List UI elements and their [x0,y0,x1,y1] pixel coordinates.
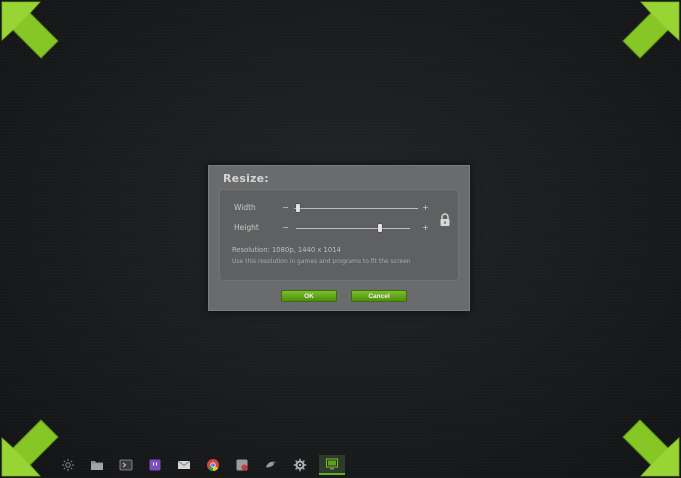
height-decrement-button[interactable]: − [281,223,290,232]
bird-icon[interactable] [261,456,281,474]
resize-arrow-bottom-right-icon[interactable] [619,416,681,478]
chrome-icon[interactable] [203,456,223,474]
dialog-title: Resize: [223,172,269,185]
resize-arrow-top-right-icon[interactable] [619,0,681,62]
resize-arrow-bottom-left-icon[interactable] [0,416,62,478]
settings-cog-icon[interactable] [58,456,78,474]
height-slider-thumb[interactable] [378,224,383,232]
width-increment-button[interactable]: + [421,203,430,212]
taskbar [58,454,623,476]
display-resize-icon[interactable] [319,455,345,475]
width-row: Width − + [220,202,458,216]
resize-panel: Width − + Height − + Resolution: 1080p, … [219,189,459,281]
height-increment-button[interactable]: + [421,223,430,232]
resolution-text: Resolution: 1080p, 1440 x 1014 [232,246,341,254]
height-row: Height − + [220,222,458,236]
height-label: Height [234,223,259,232]
height-slider-track[interactable] [296,228,410,229]
gear-icon[interactable] [290,456,310,474]
media-icon[interactable] [232,456,252,474]
terminal-icon[interactable] [116,456,136,474]
hint-text: Use this resolution in games and program… [232,258,411,265]
twitch-icon[interactable] [145,456,165,474]
ok-button[interactable]: OK [281,290,337,302]
width-slider-track[interactable] [294,208,418,209]
resize-dialog: Resize: Width − + Height − + Resolution:… [208,165,470,311]
width-label: Width [234,203,256,212]
width-slider-thumb[interactable] [295,204,300,212]
mail-icon[interactable] [174,456,194,474]
folder-icon[interactable] [87,456,107,474]
aspect-lock-icon[interactable] [439,212,451,226]
cancel-button[interactable]: Cancel [351,290,407,302]
width-decrement-button[interactable]: − [281,203,290,212]
resize-arrow-top-left-icon[interactable] [0,0,62,62]
